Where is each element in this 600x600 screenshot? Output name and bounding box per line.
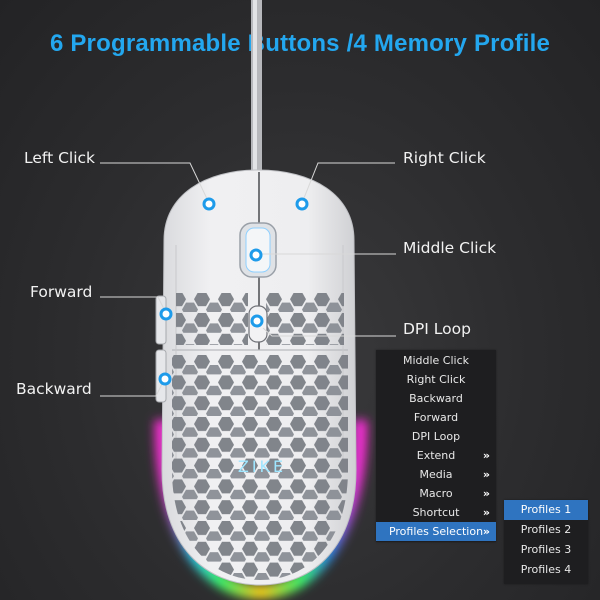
submenu-item-profiles-3[interactable]: Profiles 3 bbox=[504, 540, 588, 560]
menu-item-label: Shortcut bbox=[412, 506, 460, 519]
submenu-item-profiles-2[interactable]: Profiles 2 bbox=[504, 520, 588, 540]
callout-dot-left-click bbox=[202, 197, 216, 211]
menu-item-macro[interactable]: Macro » bbox=[376, 484, 496, 503]
profiles-submenu: Profiles 1 Profiles 2 Profiles 3 Profiles 4 bbox=[504, 500, 588, 584]
menu-item-backward[interactable]: Backward bbox=[376, 389, 496, 408]
menu-item-label: Media bbox=[419, 468, 453, 481]
callout-label-right-click: Right Click bbox=[403, 149, 486, 167]
menu-item-profiles-selection[interactable]: Profiles Selection» bbox=[376, 522, 496, 541]
button-function-menu: Middle Click Right Click Backward Forward DP… bbox=[376, 350, 496, 542]
chevron-double-right-icon: » bbox=[482, 506, 490, 519]
callout-dot-dpi-loop bbox=[250, 314, 264, 328]
chevron-double-right-icon: » bbox=[482, 487, 490, 500]
menu-item-label: Backward bbox=[409, 392, 463, 405]
callout-label-backward: Backward bbox=[16, 380, 92, 398]
menu-item-right-click[interactable]: Right Click bbox=[376, 370, 496, 389]
chevron-double-right-icon: » bbox=[482, 468, 490, 481]
menu-item-label: Forward bbox=[413, 411, 459, 424]
callout-dot-backward bbox=[158, 372, 172, 386]
menu-item-shortcut[interactable]: Shortcut » bbox=[376, 503, 496, 522]
menu-item-label: DPI Loop bbox=[411, 430, 461, 443]
mouse-logo: ZIKE bbox=[238, 457, 286, 476]
menu-item-label: Extend bbox=[416, 449, 456, 462]
menu-item-media[interactable]: Media » bbox=[376, 465, 496, 484]
callout-label-middle-click: Middle Click bbox=[403, 239, 497, 257]
menu-item-label: Middle Click bbox=[402, 354, 470, 367]
callout-label-forward: Forward bbox=[30, 283, 93, 301]
callout-label-left-click: Left Click bbox=[24, 149, 96, 167]
menu-item-middle-click[interactable]: Middle Click bbox=[376, 351, 496, 370]
leader-backward bbox=[100, 379, 165, 397]
callout-dot-right-click bbox=[295, 197, 309, 211]
menu-item-label: Right Click bbox=[406, 373, 466, 386]
submenu-item-profiles-1[interactable]: Profiles 1 bbox=[504, 500, 588, 520]
menu-item-label: Profiles Selection bbox=[388, 525, 484, 538]
callout-label-dpi-loop: DPI Loop bbox=[403, 320, 471, 338]
callout-dot-forward bbox=[159, 307, 173, 321]
submenu-item-profiles-4[interactable]: Profiles 4 bbox=[504, 560, 588, 580]
menu-item-forward[interactable]: Forward bbox=[376, 408, 496, 427]
menu-item-extend[interactable]: Extend » bbox=[376, 446, 496, 465]
chevron-double-right-icon: » bbox=[482, 525, 490, 538]
callout-dot-middle-click bbox=[249, 248, 263, 262]
menu-item-dpi-loop[interactable]: DPI Loop bbox=[376, 427, 496, 446]
menu-item-label: Macro bbox=[419, 487, 453, 500]
chevron-double-right-icon: » bbox=[482, 449, 490, 462]
